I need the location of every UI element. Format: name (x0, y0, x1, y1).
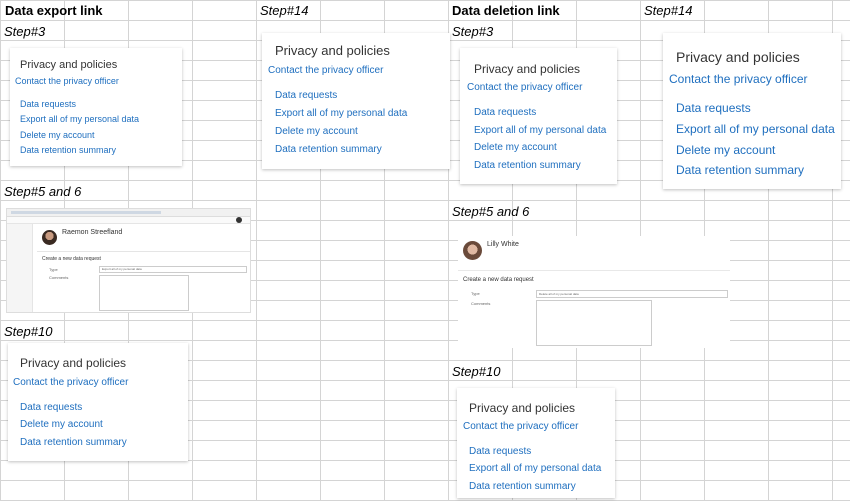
step14-label-export: Step#14 (260, 3, 309, 18)
site-navbar (7, 217, 250, 224)
step5-6-label-deletion: Step#5 and 6 (452, 204, 530, 219)
privacy-panel-export-step10: Privacy and policies Contact the privacy… (8, 343, 188, 461)
form-heading: Create a new data request (463, 277, 534, 283)
contact-privacy-officer-link[interactable]: Contact the privacy officer (463, 421, 578, 432)
data-retention-summary-link[interactable]: Data retention summary (474, 160, 581, 171)
data-requests-link[interactable]: Data requests (275, 90, 337, 101)
data-request-screenshot-deletion: Lilly White Create a new data request Ty… (458, 236, 730, 348)
data-requests-link[interactable]: Data requests (469, 446, 531, 457)
data-retention-summary-link[interactable]: Data retention summary (469, 481, 576, 492)
contact-privacy-officer-link[interactable]: Contact the privacy officer (467, 82, 582, 93)
data-retention-summary-link[interactable]: Data retention summary (275, 144, 382, 155)
privacy-panel-export-step3: Privacy and policies Contact the privacy… (10, 48, 182, 166)
comments-textarea[interactable] (536, 300, 652, 346)
comments-textarea[interactable] (99, 275, 189, 311)
contact-privacy-officer-link[interactable]: Contact the privacy officer (268, 65, 383, 76)
step14-label-deletion: Step#14 (644, 3, 693, 18)
privacy-panel-deletion-step10: Privacy and policies Contact the privacy… (457, 388, 615, 498)
step3-label-deletion: Step#3 (452, 24, 494, 39)
contact-privacy-officer-link[interactable]: Contact the privacy officer (15, 76, 119, 86)
user-menu-avatar[interactable] (236, 217, 242, 223)
step10-label-deletion: Step#10 (452, 364, 501, 379)
export-personal-data-link[interactable]: Export all of my personal data (676, 122, 835, 136)
data-retention-summary-link[interactable]: Data retention summary (676, 163, 804, 177)
type-label: Type (49, 267, 58, 272)
panel-title: Privacy and policies (469, 401, 576, 415)
export-personal-data-link[interactable]: Export all of my personal data (20, 114, 139, 124)
panel-title: Privacy and policies (676, 49, 800, 65)
delete-account-link[interactable]: Delete my account (275, 126, 358, 137)
panel-title: Privacy and policies (20, 356, 127, 370)
type-select-value: Delete all of my personal data (539, 292, 579, 296)
export-personal-data-link[interactable]: Export all of my personal data (469, 463, 601, 474)
contact-privacy-officer-link[interactable]: Contact the privacy officer (13, 377, 128, 388)
export-personal-data-link[interactable]: Export all of my personal data (474, 125, 606, 136)
divider (458, 270, 730, 271)
user-name: Raemon Streefland (62, 229, 123, 236)
data-retention-summary-link[interactable]: Data retention summary (20, 145, 116, 155)
panel-title: Privacy and policies (20, 59, 118, 71)
privacy-panel-export-step14: Privacy and policies Contact the privacy… (262, 33, 450, 169)
type-select[interactable]: Delete all of my personal data (536, 290, 728, 298)
type-select[interactable]: Export all of my personal data (99, 266, 247, 273)
user-avatar (463, 241, 482, 260)
delete-account-link[interactable]: Delete my account (20, 419, 103, 430)
delete-account-link[interactable]: Delete my account (20, 130, 95, 140)
delete-account-link[interactable]: Delete my account (676, 143, 775, 157)
export-personal-data-link[interactable]: Export all of my personal data (275, 108, 407, 119)
panel-title: Privacy and policies (474, 62, 581, 76)
type-label: Type (471, 291, 480, 296)
step3-label-export: Step#3 (4, 24, 46, 39)
type-select-value: Export all of my personal data (102, 267, 142, 271)
data-requests-link[interactable]: Data requests (20, 402, 82, 413)
data-requests-link[interactable]: Data requests (676, 101, 751, 115)
user-name: Lilly White (487, 241, 519, 248)
delete-account-link[interactable]: Delete my account (474, 142, 557, 153)
data-retention-summary-link[interactable]: Data retention summary (20, 437, 127, 448)
divider (37, 251, 250, 252)
data-requests-link[interactable]: Data requests (474, 107, 536, 118)
panel-title: Privacy and policies (275, 43, 390, 58)
contact-privacy-officer-link[interactable]: Contact the privacy officer (669, 72, 808, 86)
privacy-panel-deletion-step14: Privacy and policies Contact the privacy… (663, 33, 841, 189)
privacy-panel-deletion-step3: Privacy and policies Contact the privacy… (460, 48, 617, 184)
export-column-header: Data export link (5, 3, 103, 18)
data-requests-link[interactable]: Data requests (20, 99, 76, 109)
nav-drawer (7, 224, 33, 312)
comments-label: Comments (49, 275, 69, 280)
comments-label: Comments (471, 301, 491, 306)
user-avatar (42, 230, 57, 245)
deletion-column-header: Data deletion link (452, 3, 560, 18)
data-request-screenshot-export: Raemon Streefland Create a new data requ… (6, 208, 251, 313)
step5-6-label-export: Step#5 and 6 (4, 184, 82, 199)
step10-label-export: Step#10 (4, 324, 53, 339)
url-field[interactable] (11, 211, 161, 214)
form-heading: Create a new data request (42, 256, 101, 262)
